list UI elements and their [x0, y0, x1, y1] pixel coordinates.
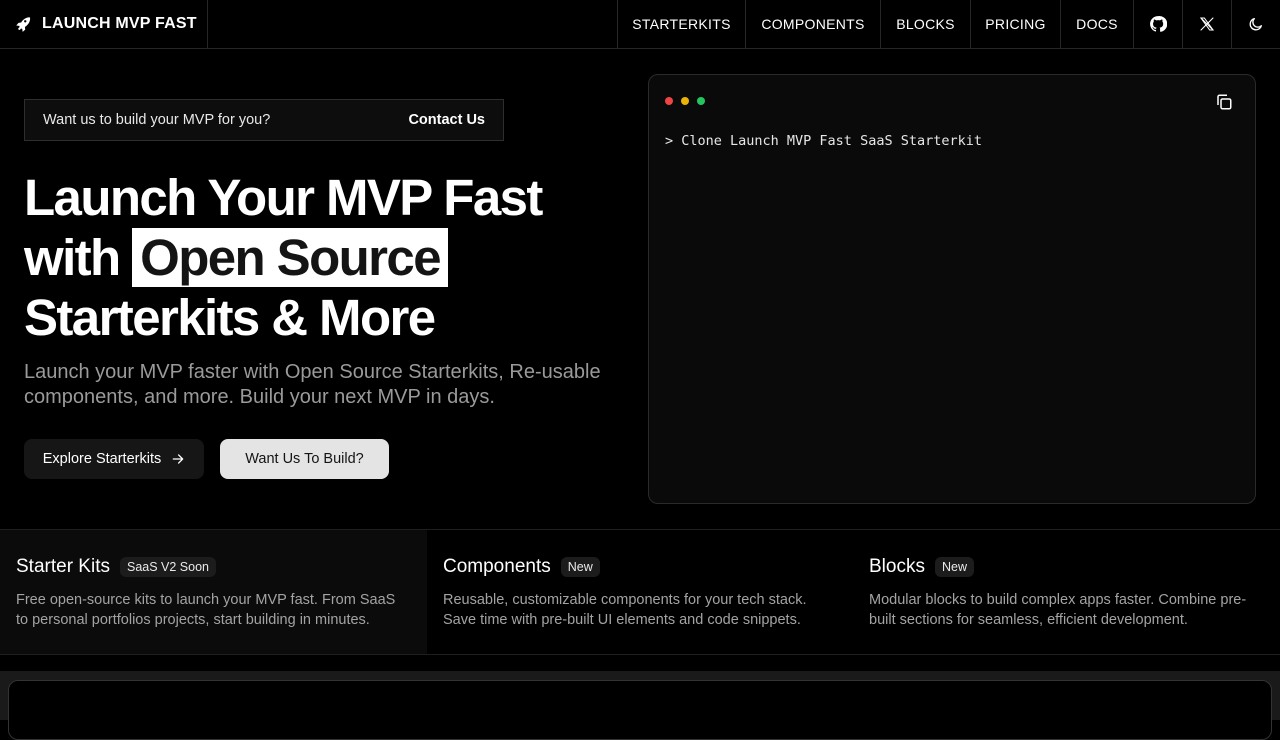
banner-text: Want us to build your MVP for you? [43, 112, 271, 128]
x-icon [1199, 17, 1215, 31]
arrow-right-icon [172, 454, 184, 464]
nav-link-pricing[interactable]: PRICING [970, 0, 1060, 48]
x-social-link[interactable] [1182, 0, 1231, 48]
headline-line-2-prefix: with [24, 229, 121, 286]
nav-link-starterkits[interactable]: STARTERKITS [617, 0, 745, 48]
github-link[interactable] [1133, 0, 1182, 48]
headline-line-3: Starterkits & More [24, 289, 436, 346]
github-icon [1150, 16, 1167, 32]
moon-icon [1249, 18, 1262, 31]
terminal-window: > Clone Launch MVP Fast SaaS Starterkit [648, 74, 1256, 504]
feature-row: Starter Kits SaaS V2 Soon Free open-sour… [0, 529, 1280, 655]
hero-headline: Launch Your MVP Fast with Open Source St… [24, 168, 624, 348]
build-for-you-banner: Want us to build your MVP for you? Conta… [24, 99, 504, 141]
nav-link-components[interactable]: COMPONENTS [745, 0, 880, 48]
feature-title: Blocks [869, 556, 925, 577]
feature-title: Starter Kits [16, 556, 110, 577]
feature-card-components[interactable]: Components New Reusable, customizable co… [427, 530, 853, 654]
copy-icon[interactable] [1215, 93, 1233, 111]
hero-subtitle: Launch your MVP faster with Open Source … [24, 361, 601, 408]
explore-starterkits-button[interactable]: Explore Starterkits [24, 439, 204, 479]
top-navbar: LAUNCH MVP FAST STARTERKITS COMPONENTS B… [0, 0, 1280, 49]
theme-toggle-button[interactable] [1231, 0, 1280, 48]
feature-badge: New [934, 557, 974, 577]
feature-badge: SaaS V2 Soon [119, 557, 216, 577]
feature-title: Components [443, 556, 551, 577]
feature-description: Reusable, customizable components for yo… [443, 592, 807, 628]
rocket-icon [16, 17, 31, 32]
feature-description: Modular blocks to build complex apps fas… [869, 592, 1247, 628]
explore-starterkits-label: Explore Starterkits [42, 451, 162, 467]
window-controls [665, 97, 705, 105]
maximize-dot [697, 97, 705, 105]
nav-link-docs[interactable]: DOCS [1060, 0, 1133, 48]
feature-description: Free open-source kits to launch your MVP… [16, 592, 396, 628]
terminal-command: > Clone Launch MVP Fast SaaS Starterkit [665, 133, 982, 149]
feature-badge: New [560, 557, 600, 577]
want-us-to-build-button[interactable]: Want Us To Build? [220, 439, 389, 479]
minimize-dot [681, 97, 689, 105]
headline-highlight: Open Source [132, 228, 448, 287]
nav-link-blocks[interactable]: BLOCKS [880, 0, 970, 48]
contact-us-link[interactable]: Contact Us [408, 112, 485, 128]
close-dot [665, 97, 673, 105]
feature-card-starter-kits[interactable]: Starter Kits SaaS V2 Soon Free open-sour… [0, 530, 427, 654]
headline-line-1: Launch Your MVP Fast [24, 169, 543, 226]
brand-name: LAUNCH MVP FAST [42, 15, 197, 32]
feature-card-blocks[interactable]: Blocks New Modular blocks to build compl… [853, 530, 1280, 654]
bottom-preview-card [8, 680, 1272, 740]
brand-logo-link[interactable]: LAUNCH MVP FAST [0, 0, 208, 48]
